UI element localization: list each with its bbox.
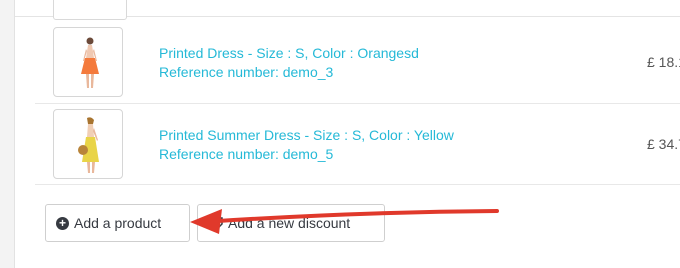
ticket-icon — [208, 216, 224, 230]
product-price: £ 34.78 — [647, 136, 680, 152]
product-thumbnail[interactable] — [53, 27, 123, 97]
order-products-panel: Printed Dress - Size : S, Color : Orange… — [14, 0, 680, 268]
table-divider — [35, 184, 680, 185]
product-thumbnail[interactable] — [53, 109, 123, 179]
product-info: Printed Dress - Size : S, Color : Orange… — [159, 44, 419, 82]
add-discount-label: Add a new discount — [228, 215, 351, 231]
product-reference: Reference number: demo_3 — [159, 64, 334, 80]
add-product-button[interactable]: + Add a product — [45, 204, 190, 242]
product-name-link[interactable]: Printed Dress - Size : S, Color : Orange… — [159, 44, 419, 63]
product-name-link[interactable]: Printed Summer Dress - Size : S, Color :… — [159, 126, 454, 145]
product-price: £ 18.14 — [647, 54, 680, 70]
add-product-label: Add a product — [74, 215, 162, 231]
orange-dress-image — [81, 37, 99, 88]
add-discount-button[interactable]: Add a new discount — [197, 204, 385, 242]
yellow-dress-image — [78, 117, 99, 173]
previous-product-thumbnail — [53, 0, 127, 20]
table-row: Printed Summer Dress - Size : S, Color :… — [35, 103, 680, 184]
product-reference: Reference number: demo_5 — [159, 146, 334, 162]
table-row: Printed Dress - Size : S, Color : Orange… — [35, 22, 680, 102]
product-info: Printed Summer Dress - Size : S, Color :… — [159, 126, 454, 164]
plus-circle-icon: + — [56, 216, 69, 230]
